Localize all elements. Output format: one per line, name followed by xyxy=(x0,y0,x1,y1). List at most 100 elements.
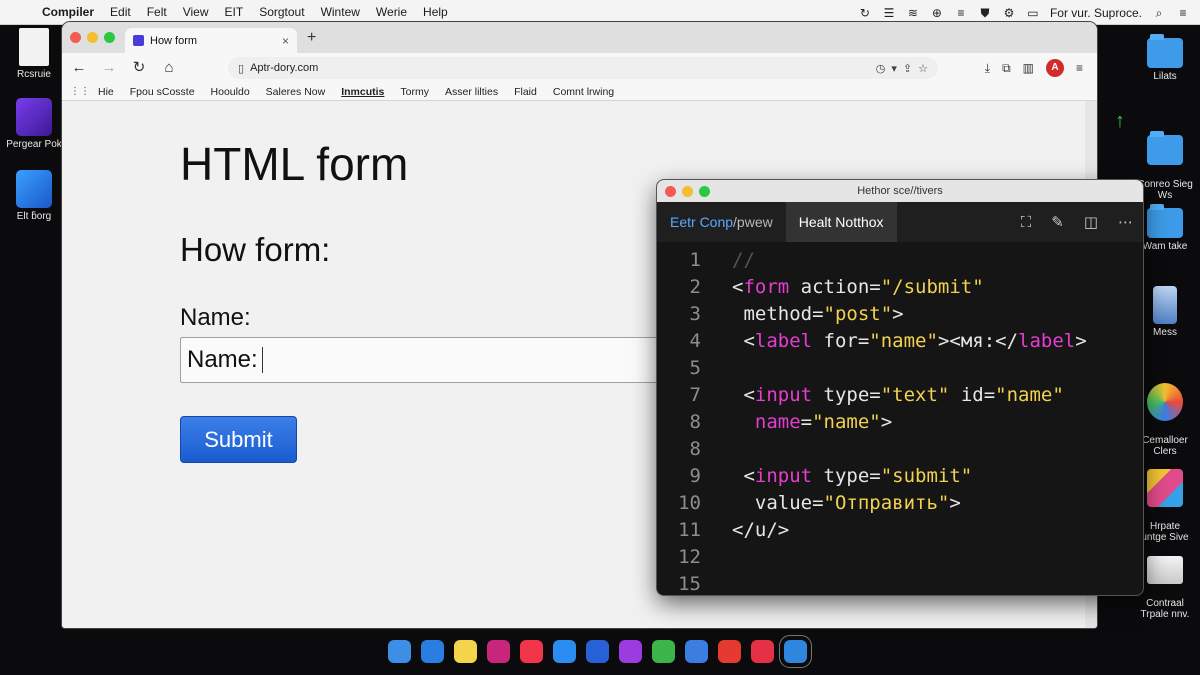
code-token: </u/> xyxy=(732,519,790,541)
refresh-status-icon[interactable]: ↻ xyxy=(858,6,872,20)
dock-app-2-icon[interactable] xyxy=(586,639,609,663)
forward-icon[interactable]: → xyxy=(98,57,120,79)
bookmark-item[interactable]: Hoouldo xyxy=(203,86,258,98)
code-text: <input type="submit" xyxy=(732,463,972,490)
shield-status-icon[interactable]: ⛊ xyxy=(978,6,992,20)
submit-button[interactable]: Submit xyxy=(180,416,297,463)
bookmark-item[interactable]: Flaid xyxy=(506,86,545,98)
tab-close-icon[interactable]: × xyxy=(282,34,289,48)
dock-app-4-icon[interactable] xyxy=(718,639,741,663)
menu-wintew[interactable]: Wintew xyxy=(313,5,368,19)
colorful-app-icon xyxy=(1147,383,1183,421)
code-token: > xyxy=(880,411,893,433)
name-input[interactable]: Name: xyxy=(180,337,700,383)
dock-safari-icon[interactable] xyxy=(421,639,444,663)
bookmark-item[interactable]: Fpou sCosste xyxy=(122,86,203,98)
address-bar[interactable]: ▯ Aptr-dory.com ◷ ▾ ⇪ ☆ xyxy=(228,57,938,79)
gear-status-icon[interactable]: ⚙ xyxy=(1002,6,1016,20)
editor-tab[interactable]: Eetr Conp/pwew xyxy=(657,202,786,242)
control-center-icon[interactable]: ≡ xyxy=(1176,6,1190,20)
desktop-icon-app-store[interactable]: Elt ƃorg xyxy=(0,170,68,222)
dock-app-3-icon[interactable] xyxy=(685,639,708,663)
editor-tab-active[interactable]: Healt Notthox xyxy=(785,202,897,242)
menu-help[interactable]: Help xyxy=(415,5,456,19)
dock-finder-icon[interactable] xyxy=(388,639,411,663)
new-tab-button[interactable]: + xyxy=(297,29,326,53)
apps-grid-icon[interactable]: ⋮⋮ xyxy=(70,86,90,97)
code-token: "submit" xyxy=(880,465,973,487)
bookmark-item[interactable]: Tormy xyxy=(392,86,437,98)
desktop-icon-document[interactable]: Rcsruie xyxy=(0,28,68,80)
menu-view[interactable]: View xyxy=(175,5,217,19)
share-icon[interactable]: ⇪ xyxy=(903,62,912,75)
folder-icon xyxy=(1147,131,1183,165)
bookmark-item[interactable]: Hie xyxy=(90,86,122,98)
line-number: 9 xyxy=(689,465,701,487)
dock-help-icon[interactable] xyxy=(619,639,642,663)
zoom-window-button[interactable] xyxy=(104,32,115,43)
tab-strip: How form × + xyxy=(62,22,1097,53)
split-editor-icon[interactable]: ◫ xyxy=(1084,213,1098,231)
minimize-window-button[interactable] xyxy=(87,32,98,43)
focus-icon[interactable]: ⛶ xyxy=(1021,214,1032,231)
chevron-down-icon[interactable]: ▾ xyxy=(891,62,897,75)
code-token: type= xyxy=(812,384,881,406)
dock-app-5-icon[interactable] xyxy=(751,639,774,663)
back-icon[interactable]: ← xyxy=(68,57,90,79)
dock-chrome-icon[interactable] xyxy=(652,639,675,663)
drive-icon xyxy=(1147,556,1183,584)
code-token: > xyxy=(949,492,961,514)
profile-avatar[interactable]: A xyxy=(1045,59,1064,77)
code-token: "text" xyxy=(880,384,950,406)
line-number: 10 xyxy=(678,492,701,514)
home-icon[interactable]: ⌂ xyxy=(158,57,180,79)
menu-app-name[interactable]: Compiler xyxy=(34,5,102,19)
history-icon[interactable]: ◷ xyxy=(876,62,886,75)
sidebar-icon[interactable]: ▥ xyxy=(1023,61,1034,75)
dock-app-store-icon[interactable] xyxy=(553,639,576,663)
menu-felt[interactable]: Felt xyxy=(139,5,175,19)
bookmark-star-icon[interactable]: ☆ xyxy=(918,62,928,75)
extensions-icon[interactable]: ⧉ xyxy=(1002,61,1011,76)
line-number: 8 xyxy=(689,438,701,460)
list-status-icon[interactable]: ☰ xyxy=(882,6,896,20)
search-icon[interactable]: ⌕ xyxy=(1152,6,1166,20)
dock-music-icon[interactable] xyxy=(520,639,543,663)
bookmark-item-active[interactable]: Inmcutis xyxy=(333,86,392,98)
bookmark-item[interactable]: Asser lilties xyxy=(437,86,506,98)
menu-sorgtout[interactable]: Sorgtout xyxy=(251,5,312,19)
app-store-icon xyxy=(16,170,52,208)
globe-status-icon[interactable]: ⊕ xyxy=(930,6,944,20)
editor-title: Hethor sce//tivers xyxy=(857,185,943,197)
desktop-icon-app[interactable]: Pergear Pok xyxy=(0,98,68,150)
folder-status-icon[interactable]: ▭ xyxy=(1026,6,1040,20)
status-text[interactable]: For vur. Suproce. xyxy=(1050,6,1142,20)
code-token: // xyxy=(732,249,755,271)
browser-toolbar: ← → ↻ ⌂ ▯ Aptr-dory.com ◷ ▾ ⇪ ☆ ⤓ ⧉ ▥ A … xyxy=(62,53,1097,83)
close-window-button[interactable] xyxy=(70,32,81,43)
download-icon[interactable]: ⤓ xyxy=(985,61,990,76)
menu-status-icon[interactable]: ≡ xyxy=(954,6,968,20)
desktop-folder[interactable]: Lilats xyxy=(1131,34,1199,82)
dock-vscode-icon[interactable] xyxy=(779,634,812,668)
pen-icon[interactable]: ✎ xyxy=(1051,213,1064,231)
dock-app-1-icon[interactable] xyxy=(487,639,510,663)
code-line: 10 value="Отправить"> xyxy=(657,490,1143,517)
more-icon[interactable]: ⋯ xyxy=(1118,213,1133,231)
menu-eit[interactable]: EIT xyxy=(217,5,252,19)
menu-icon[interactable]: ≡ xyxy=(1076,61,1083,75)
bookmark-item[interactable]: Saleres Now xyxy=(258,86,334,98)
menu-werie[interactable]: Werie xyxy=(368,5,415,19)
wifi-status-icon[interactable]: ≋ xyxy=(906,6,920,20)
browser-tab[interactable]: How form × xyxy=(125,28,297,53)
page-title: HTML form xyxy=(180,138,409,190)
bookmark-item[interactable]: Comnt lrwing xyxy=(545,86,622,98)
code-token: label xyxy=(1018,330,1076,352)
code-token: name xyxy=(732,411,801,433)
bookmarks-bar: ⋮⋮ Hie Fpou sCosste Hoouldo Saleres Now … xyxy=(62,83,1097,101)
menu-edit[interactable]: Edit xyxy=(102,5,139,19)
code-token: "post" xyxy=(823,303,893,325)
dock-notes-icon[interactable] xyxy=(454,639,477,663)
page-info-icon[interactable]: ▯ xyxy=(238,62,244,75)
reload-icon[interactable]: ↻ xyxy=(128,57,150,79)
